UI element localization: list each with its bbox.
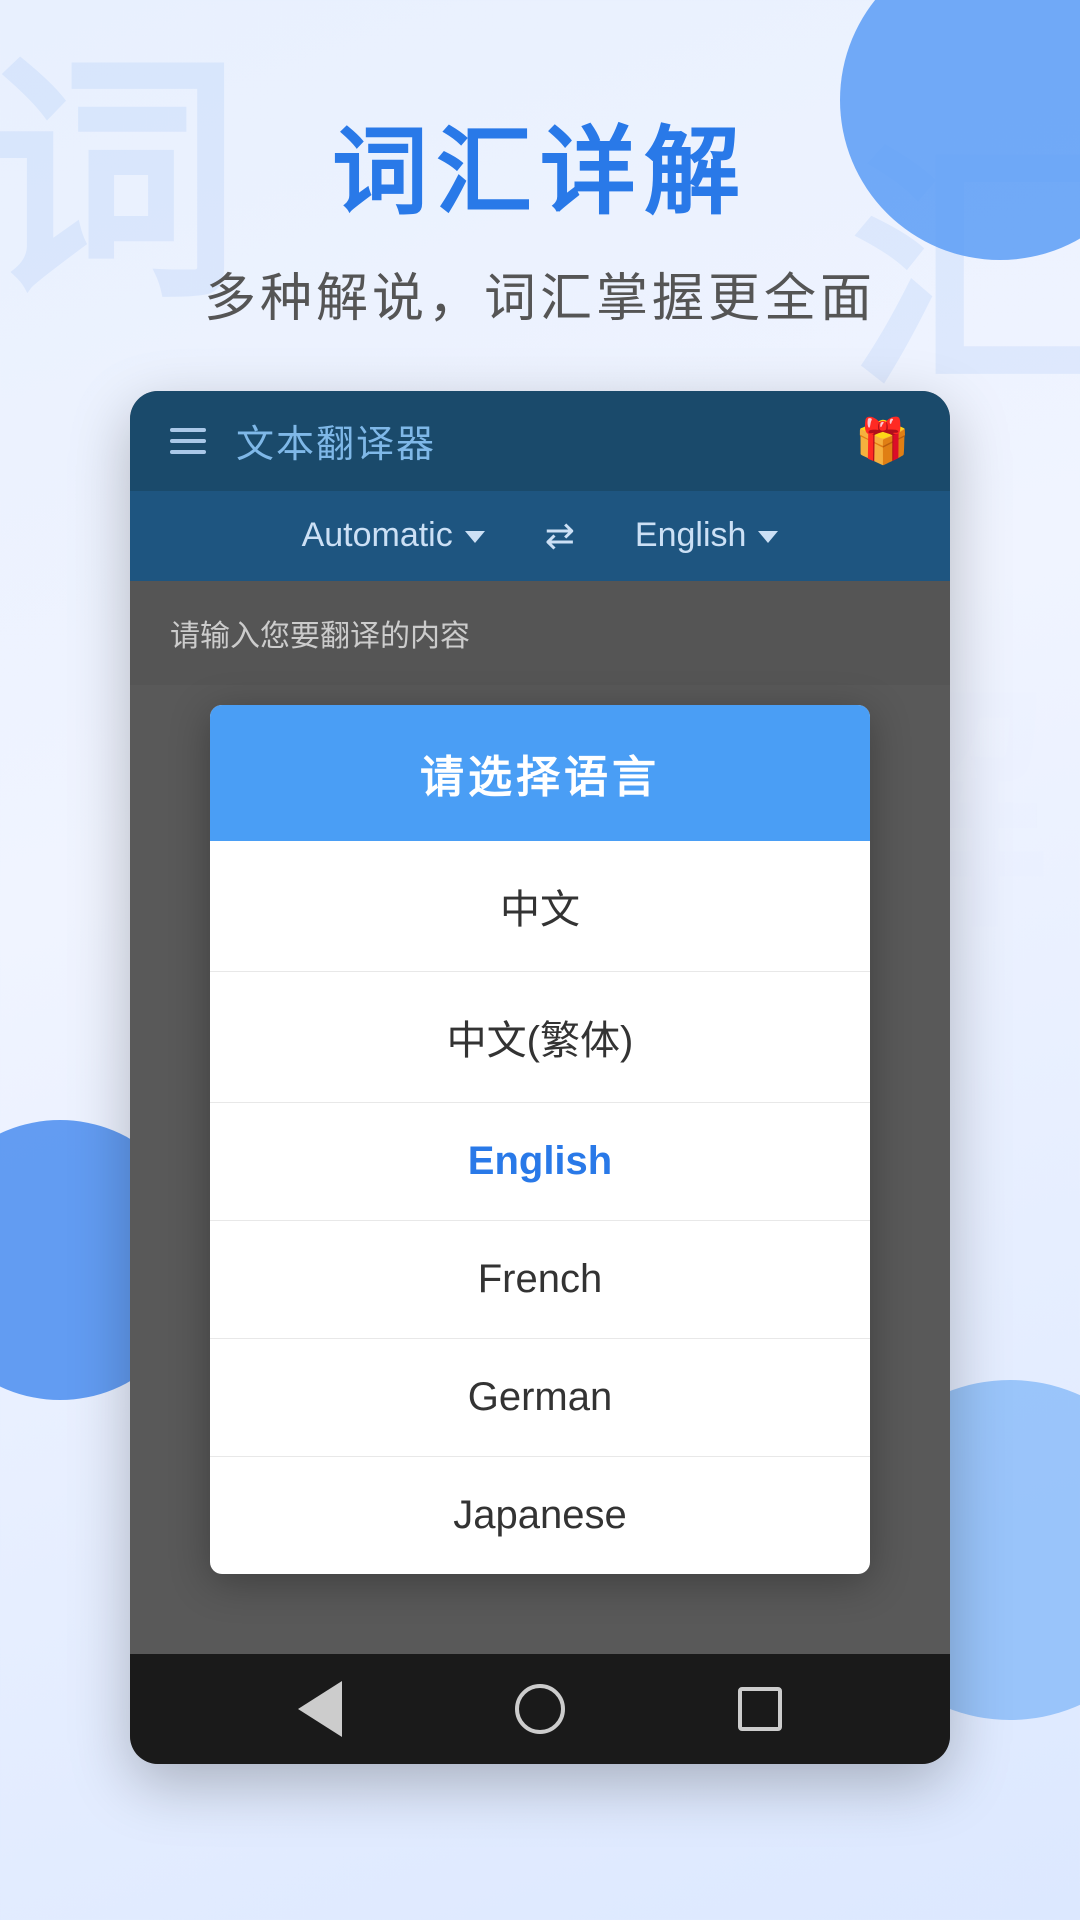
language-dialog: 请选择语言 中文中文(繁体)EnglishFrenchGermanJapanes…: [210, 705, 870, 1574]
hamburger-icon[interactable]: [170, 428, 206, 454]
topbar-left: 文本翻译器: [170, 413, 436, 468]
source-lang-arrow: [465, 531, 485, 543]
lang-item[interactable]: English: [210, 1103, 870, 1221]
app-mockup: 文本翻译器 🎁 Automatic ⇄ English 请输入您要翻译的内容: [130, 391, 950, 1764]
target-lang-selector[interactable]: English: [635, 516, 779, 555]
nav-back-button[interactable]: [293, 1681, 348, 1736]
source-lang-label: Automatic: [302, 516, 453, 555]
nav-recents-button[interactable]: [733, 1681, 788, 1736]
sub-title: 多种解说，词汇掌握更全面: [204, 256, 876, 331]
lang-bar: Automatic ⇄ English: [130, 491, 950, 581]
bottom-nav: [130, 1654, 950, 1764]
app-topbar: 文本翻译器 🎁: [130, 391, 950, 491]
back-icon: [298, 1681, 342, 1737]
target-lang-arrow: [758, 531, 778, 543]
gift-icon[interactable]: 🎁: [855, 415, 910, 467]
lang-item[interactable]: Japanese: [210, 1457, 870, 1574]
dialog-bg: 请选择语言 中文中文(繁体)EnglishFrenchGermanJapanes…: [130, 685, 950, 1654]
language-list: 中文中文(繁体)EnglishFrenchGermanJapanese: [210, 841, 870, 1574]
recents-icon: [738, 1687, 782, 1731]
dialog-header: 请选择语言: [210, 705, 870, 841]
lang-item[interactable]: 中文: [210, 841, 870, 972]
app-name-label: 文本翻译器: [236, 413, 436, 468]
lang-item[interactable]: German: [210, 1339, 870, 1457]
input-placeholder-text: 请输入您要翻译的内容: [170, 620, 470, 653]
source-lang-selector[interactable]: Automatic: [302, 516, 485, 555]
page-content: 词汇详解 多种解说，词汇掌握更全面 文本翻译器 🎁 Automatic ⇄: [0, 0, 1080, 1764]
title-area: 词汇详解 多种解说，词汇掌握更全面: [204, 120, 876, 331]
dialog-title: 请选择语言: [420, 753, 660, 802]
nav-home-button[interactable]: [513, 1681, 568, 1736]
target-lang-label: English: [635, 516, 747, 555]
home-icon: [515, 1684, 565, 1734]
main-title: 词汇详解: [204, 120, 876, 226]
lang-item[interactable]: 中文(繁体): [210, 972, 870, 1103]
input-area: 请输入您要翻译的内容: [130, 581, 950, 685]
swap-icon[interactable]: ⇄: [545, 515, 575, 557]
dialog-container: 请选择语言 中文中文(繁体)EnglishFrenchGermanJapanes…: [130, 685, 950, 1654]
lang-item[interactable]: French: [210, 1221, 870, 1339]
